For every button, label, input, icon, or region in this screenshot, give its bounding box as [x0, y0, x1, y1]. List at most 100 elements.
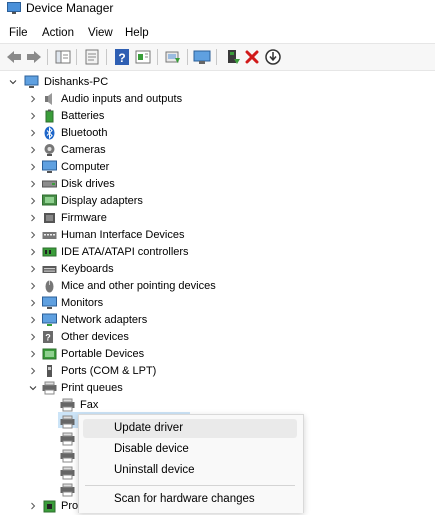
back-icon[interactable]	[5, 48, 23, 66]
tree-item-label: Batteries	[61, 110, 105, 122]
processor-icon	[43, 500, 56, 513]
action-pane-icon[interactable]	[134, 48, 152, 66]
menu-action[interactable]: Action	[42, 24, 74, 42]
tree-root[interactable]: Dishanks-PC	[0, 74, 435, 91]
menu-item-label: Scan for hardware changes	[114, 493, 255, 505]
scan-hardware-icon[interactable]	[193, 48, 211, 66]
chevron-right-icon[interactable]	[29, 333, 37, 341]
tree-item-label: IDE ATA/ATAPI controllers	[61, 246, 189, 258]
menu-item-label: Uninstall device	[114, 464, 195, 476]
portable-device-icon	[42, 348, 57, 360]
properties-icon[interactable]	[83, 48, 101, 66]
tree-item-print-queues[interactable]: Print queues	[0, 380, 435, 397]
scan-hardware-menu-item[interactable]: Scan for hardware changes	[83, 490, 297, 509]
forward-icon[interactable]	[25, 48, 43, 66]
tree-item-label: Print queues	[61, 382, 123, 394]
tree-item-label: Keyboards	[61, 263, 114, 275]
tree-item-label: Mice and other pointing devices	[61, 280, 216, 292]
printer-icon	[60, 466, 75, 480]
help-icon[interactable]: ?	[113, 48, 131, 66]
tree-item-batteries[interactable]: Batteries	[0, 108, 435, 125]
display-adapter-icon	[42, 194, 57, 206]
update-driver-menu-item[interactable]: Update driver	[83, 419, 297, 438]
tree-item-label: Other devices	[61, 331, 129, 343]
chevron-right-icon[interactable]	[29, 367, 37, 375]
chevron-right-icon[interactable]	[29, 163, 37, 171]
chevron-right-icon[interactable]	[29, 112, 37, 120]
chevron-right-icon[interactable]	[29, 350, 37, 358]
tree-item-audio[interactable]: Audio inputs and outputs	[0, 91, 435, 108]
network-adapter-icon	[42, 313, 57, 326]
chevron-right-icon[interactable]	[29, 231, 37, 239]
printer-icon	[42, 381, 57, 395]
chevron-right-icon[interactable]	[29, 299, 37, 307]
tree-item-label: Portable Devices	[61, 348, 145, 360]
window-title: Device Manager	[26, 1, 114, 15]
menu-view[interactable]: View	[88, 24, 113, 42]
context-menu: Update driver Disable device Uninstall d…	[78, 414, 304, 513]
tree-item-portable-devices[interactable]: Portable Devices	[0, 346, 435, 363]
tree-item-label: Human Interface Devices	[61, 229, 185, 241]
menu-item-label: Update driver	[114, 422, 184, 434]
tree-item-monitors[interactable]: Monitors	[0, 295, 435, 312]
toolbar-separator	[216, 49, 217, 65]
tree-item-firmware[interactable]: Firmware	[0, 210, 435, 227]
disable-device-menu-item[interactable]: Disable device	[83, 440, 297, 459]
hid-icon	[42, 232, 57, 239]
ide-controller-icon	[42, 247, 57, 257]
chevron-right-icon[interactable]	[29, 95, 37, 103]
chevron-right-icon[interactable]	[29, 316, 37, 324]
title-bar: Device Manager	[0, 0, 435, 18]
toolbar-separator	[106, 49, 107, 65]
tree-item-label: Disk drives	[61, 178, 115, 190]
tree-item-mice[interactable]: Mice and other pointing devices	[0, 278, 435, 295]
download-icon[interactable]	[264, 48, 282, 66]
tree-item-ide-ata[interactable]: IDE ATA/ATAPI controllers	[0, 244, 435, 261]
chevron-right-icon[interactable]	[29, 265, 37, 273]
tree-item-label: Cameras	[61, 144, 106, 156]
tree-item-display-adapters[interactable]: Display adapters	[0, 193, 435, 210]
chevron-right-icon[interactable]	[29, 282, 37, 290]
monitor-icon	[42, 296, 57, 309]
chevron-right-icon[interactable]	[29, 146, 37, 154]
tree-item-cameras[interactable]: Cameras	[0, 142, 435, 159]
uninstall-device-menu-item[interactable]: Uninstall device	[83, 461, 297, 480]
tree-item-label: Pro	[61, 500, 79, 512]
toolbar-separator	[76, 49, 77, 65]
tree-item-keyboards[interactable]: Keyboards	[0, 261, 435, 278]
disk-drive-icon	[42, 180, 57, 188]
tree-item-label: Audio inputs and outputs	[61, 93, 183, 105]
svg-text:?: ?	[45, 333, 51, 343]
tree-item-network-adapters[interactable]: Network adapters	[0, 312, 435, 329]
svg-text:?: ?	[118, 51, 125, 65]
tree-item-hid[interactable]: Human Interface Devices	[0, 227, 435, 244]
tree-item-other-devices[interactable]: ? Other devices	[0, 329, 435, 346]
tree-item-disk-drives[interactable]: Disk drives	[0, 176, 435, 193]
show-hide-tree-icon[interactable]	[54, 48, 72, 66]
camera-icon	[44, 144, 55, 156]
chevron-down-icon[interactable]	[29, 384, 37, 392]
menu-help[interactable]: Help	[125, 24, 149, 42]
mouse-icon	[45, 280, 54, 293]
tree-item-bluetooth[interactable]: Bluetooth	[0, 125, 435, 142]
tree-item-ports[interactable]: Ports (COM & LPT)	[0, 363, 435, 380]
printer-icon	[60, 415, 75, 429]
chevron-right-icon[interactable]	[29, 180, 37, 188]
update-driver-icon[interactable]	[164, 48, 182, 66]
chevron-right-icon[interactable]	[29, 502, 37, 510]
uninstall-icon[interactable]	[243, 48, 261, 66]
menu-file[interactable]: File	[9, 24, 28, 42]
computer-icon	[42, 160, 57, 173]
chevron-right-icon[interactable]	[29, 197, 37, 205]
toolbar: ?	[0, 43, 435, 71]
bluetooth-icon	[44, 126, 55, 140]
chevron-right-icon[interactable]	[29, 214, 37, 222]
keyboard-icon	[42, 266, 57, 273]
printer-icon	[60, 398, 75, 412]
tree-item-computer[interactable]: Computer	[0, 159, 435, 176]
chevron-down-icon[interactable]	[9, 78, 17, 86]
printer-icon	[60, 483, 75, 497]
chevron-right-icon[interactable]	[29, 248, 37, 256]
chevron-right-icon[interactable]	[29, 129, 37, 137]
enable-device-icon[interactable]	[224, 48, 242, 66]
